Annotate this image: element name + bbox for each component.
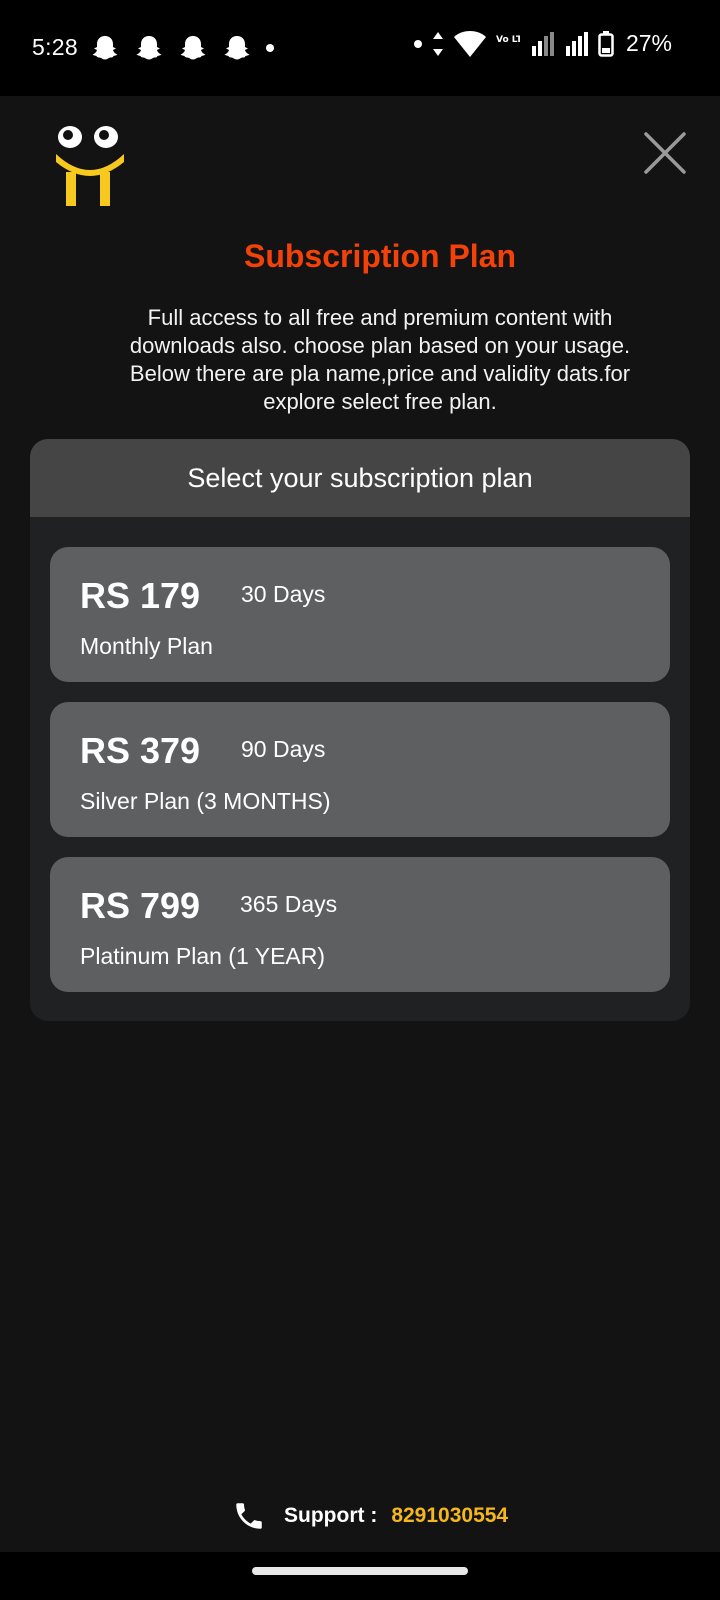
signal-sim1-icon xyxy=(531,31,554,56)
support-phone-number[interactable]: 8291030554 xyxy=(391,1504,508,1528)
wifi-icon xyxy=(453,30,486,57)
plan-validity: 90 Days xyxy=(241,736,326,762)
snapchat-icon xyxy=(180,36,206,60)
plan-price: RS 379 xyxy=(80,730,201,771)
close-button[interactable] xyxy=(642,130,688,176)
data-arrows-icon xyxy=(432,31,443,56)
plan-validity: 365 Days xyxy=(240,891,338,917)
plan-validity: 30 Days xyxy=(241,581,326,607)
subscription-plan-panel: Select your subscription plan RS 179 30 … xyxy=(30,439,690,1021)
support-label: Support : xyxy=(284,1504,378,1527)
status-time: 5:28 xyxy=(32,34,78,60)
home-gesture-handle[interactable] xyxy=(252,1567,468,1575)
status-bar: 5:28 Vo LTE2 27% xyxy=(0,0,720,96)
support-contact[interactable]: Support : 8291030554 xyxy=(232,1496,508,1536)
signal-sim2-icon xyxy=(565,31,588,56)
plan-price: RS 179 xyxy=(80,575,201,616)
svg-text:Vo LTE2: Vo LTE2 xyxy=(496,35,520,45)
plan-card-monthly[interactable]: RS 179 30 Days Monthly Plan xyxy=(50,547,670,682)
plan-price: RS 799 xyxy=(80,885,201,926)
app-logo-icon xyxy=(56,126,124,206)
battery-percent: 27% xyxy=(625,30,672,56)
plan-name: Monthly Plan xyxy=(80,633,213,659)
more-notifications-dot-icon xyxy=(266,44,274,52)
plan-name: Platinum Plan (1 YEAR) xyxy=(80,943,326,969)
notification-dot-icon xyxy=(413,39,422,48)
plan-card-platinum[interactable]: RS 799 365 Days Platinum Plan (1 YEAR) xyxy=(50,857,670,992)
volte-icon: Vo LTE2 xyxy=(496,35,520,45)
navigation-bar xyxy=(0,1552,720,1600)
snapchat-icon xyxy=(136,36,162,60)
plan-name: Silver Plan (3 MONTHS) xyxy=(80,788,331,814)
battery-icon xyxy=(598,30,614,57)
plan-card-silver[interactable]: RS 379 90 Days Silver Plan (3 MONTHS) xyxy=(50,702,670,837)
snapchat-icon xyxy=(224,36,250,60)
notification-icons xyxy=(90,33,274,63)
snapchat-icon xyxy=(92,36,118,60)
plan-description: Full access to all free and premium cont… xyxy=(129,305,631,414)
system-status-icons: Vo LTE2 27% xyxy=(413,30,672,57)
page-title: Subscription Plan xyxy=(243,238,517,274)
phone-icon xyxy=(236,1503,262,1529)
panel-heading: Select your subscription plan xyxy=(30,439,690,517)
